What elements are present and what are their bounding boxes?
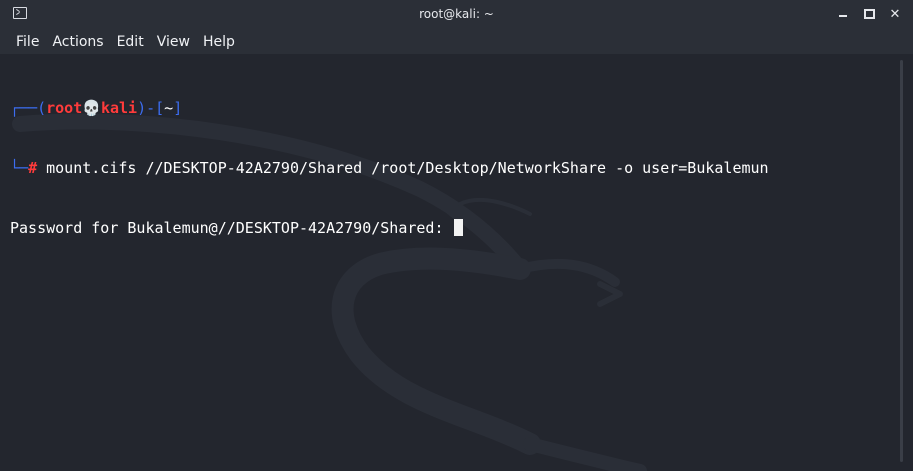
title-bar[interactable]: root@kali: ~ ✕: [0, 0, 913, 30]
maximize-icon: [863, 9, 875, 19]
terminal-text: ┌──(root💀kali)-[~] └─# mount.cifs //DESK…: [10, 58, 769, 278]
command-line: └─# mount.cifs //DESKTOP-42A2790/Shared …: [10, 158, 769, 178]
menu-file[interactable]: File: [10, 32, 45, 52]
prompt-close: ]: [173, 99, 183, 117]
prompt-user: root: [46, 99, 83, 117]
menu-help[interactable]: Help: [197, 32, 241, 52]
prompt-symbol: #: [28, 159, 38, 177]
close-icon: ✕: [889, 6, 901, 22]
close-button[interactable]: ✕: [887, 6, 903, 22]
prompt-host: kali: [100, 99, 138, 117]
scrollbar[interactable]: [900, 60, 903, 462]
password-prompt-text: Password for Bukalemun@//DESKTOP-42A2790…: [10, 219, 453, 237]
terminal-window: root@kali: ~ ✕ File Actions Edit View He…: [0, 0, 913, 471]
prompt-corner-bottom: └─: [10, 159, 29, 177]
minimize-icon: [839, 15, 847, 17]
prompt-mid: )-[: [137, 99, 165, 117]
window-title: root@kali: ~: [419, 7, 494, 21]
prompt-corner-top: ┌──(: [10, 99, 47, 117]
menu-view[interactable]: View: [151, 32, 196, 52]
prompt-line: ┌──(root💀kali)-[~]: [10, 98, 769, 118]
menu-actions[interactable]: Actions: [46, 32, 109, 52]
output-line: Password for Bukalemun@//DESKTOP-42A2790…: [10, 218, 769, 238]
minimize-button[interactable]: [835, 6, 851, 22]
terminal-output-area[interactable]: ┌──(root💀kali)-[~] └─# mount.cifs //DESK…: [0, 54, 913, 471]
command-text: mount.cifs //DESKTOP-42A2790/Shared /roo…: [37, 159, 769, 177]
skull-icon: 💀: [82, 99, 101, 117]
window-controls: ✕: [835, 5, 903, 23]
menu-edit[interactable]: Edit: [111, 32, 150, 52]
prompt-cwd: ~: [164, 99, 174, 117]
menu-bar: File Actions Edit View Help: [0, 29, 913, 54]
maximize-button[interactable]: [861, 6, 877, 22]
text-cursor: [453, 219, 463, 236]
